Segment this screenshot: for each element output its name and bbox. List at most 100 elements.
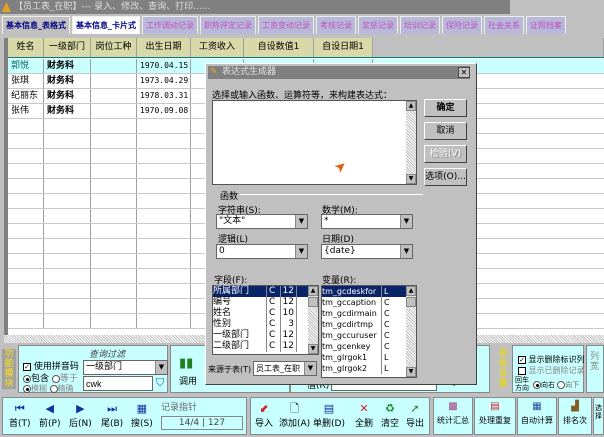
table-cell[interactable] — [8, 299, 44, 313]
table-cell[interactable] — [8, 269, 44, 283]
column-header[interactable]: 自设数值1 — [244, 38, 314, 57]
table-cell[interactable] — [91, 284, 137, 298]
enter-direction-radios[interactable]: 向右 向下 — [533, 380, 579, 390]
table-cell[interactable] — [44, 269, 91, 283]
fuzzy-mode-radios[interactable]: 模糊 精确 — [23, 383, 74, 394]
table-cell[interactable] — [91, 74, 137, 88]
table-cell[interactable] — [8, 284, 44, 298]
table-cell[interactable] — [137, 194, 191, 208]
add-button[interactable]: 🗋 添加(A) — [279, 402, 310, 429]
tab-1[interactable]: 基本信息_卡片式 — [72, 16, 140, 34]
table-cell[interactable] — [137, 224, 191, 238]
table-cell[interactable] — [44, 179, 91, 193]
field-list-item[interactable]: 一级部门 C 12 — [213, 330, 318, 341]
variable-list-item[interactable]: tm_gcdirmain C — [322, 308, 416, 319]
field-list-item[interactable]: 所属部门 C 12 — [213, 286, 318, 297]
table-cell[interactable] — [8, 119, 44, 133]
field-select[interactable]: 一级部门 ▼ — [83, 360, 168, 375]
table-cell[interactable] — [8, 224, 44, 238]
expression-scrollbar[interactable]: ▲ ▼ — [406, 101, 416, 184]
string-select[interactable]: "文本" ▼ — [216, 214, 308, 229]
table-cell[interactable]: 1970.09.08 — [137, 104, 191, 118]
table-cell[interactable] — [8, 239, 44, 253]
fields-list[interactable]: 所属部门 C 12 编号 C 12 姓名 C 10 性别 C 3 一级部门 C 12 二级部门 C 12 ▲ ▼ — [212, 285, 319, 355]
table-cell[interactable] — [91, 134, 137, 148]
column-header[interactable]: 自设日期1 — [314, 38, 373, 57]
table-cell[interactable] — [137, 284, 191, 298]
table-cell[interactable]: 纪丽东 — [8, 89, 44, 103]
table-cell[interactable] — [91, 239, 137, 253]
column-header[interactable]: 岗位工种 — [91, 38, 137, 57]
filter-icon[interactable]: ⛉ — [156, 376, 164, 390]
table-cell[interactable] — [44, 284, 91, 298]
table-cell[interactable] — [91, 164, 137, 178]
tab-6[interactable]: 奖惩记录 — [358, 16, 398, 34]
close-icon[interactable]: ✕ — [458, 67, 470, 78]
variables-list[interactable]: tm_gcdeskfor Ltm_gccaption Ctm_gcdirmain Ct… — [321, 285, 417, 378]
tab-8[interactable]: 保险记录 — [442, 16, 482, 34]
table-cell[interactable] — [91, 59, 137, 73]
table-cell[interactable] — [91, 179, 137, 193]
ok-button[interactable]: 确定 — [424, 99, 467, 117]
variables-scrollbar[interactable]: ▲ ▼ — [406, 286, 416, 377]
delete-all-button[interactable]: ✕ 全删 — [355, 402, 373, 429]
table-cell[interactable] — [91, 254, 137, 268]
variable-list-item[interactable]: tm_glrgok2 L — [322, 363, 416, 374]
table-cell[interactable] — [137, 119, 191, 133]
expression-textarea[interactable]: ▲ ▼ ➤ — [212, 100, 417, 185]
table-cell[interactable]: 张琪 — [8, 74, 44, 88]
variable-list-item[interactable]: tm_gcdeskfor L — [322, 286, 416, 297]
dedupe-button[interactable]: ▤ 处理重复 — [474, 397, 516, 435]
table-cell[interactable] — [8, 194, 44, 208]
table-cell[interactable] — [91, 299, 137, 313]
export-button[interactable]: ➚ 导出 — [406, 402, 424, 429]
table-cell[interactable] — [8, 164, 44, 178]
first-button[interactable]: ⏮ 首(T) — [9, 402, 31, 429]
fields-scrollbar[interactable]: ▲ ▼ — [308, 286, 318, 354]
tab-7[interactable]: 培训记录 — [400, 16, 440, 34]
column-header[interactable]: 出生日期 — [137, 38, 191, 57]
autocalc-button[interactable]: ▦ 自动计算 — [517, 397, 557, 435]
table-cell[interactable] — [44, 134, 91, 148]
table-cell[interactable] — [91, 194, 137, 208]
table-cell[interactable] — [8, 314, 44, 328]
table-cell[interactable] — [91, 314, 137, 328]
table-cell[interactable] — [8, 254, 44, 268]
table-cell[interactable]: 1970.04.15 — [137, 59, 191, 73]
rank-button[interactable]: ▟ 排名次 — [558, 397, 592, 435]
table-cell[interactable] — [44, 224, 91, 238]
field-list-item[interactable]: 姓名 C 10 — [213, 308, 318, 319]
tab-4[interactable]: 工资变动记录 — [258, 16, 314, 34]
table-cell[interactable] — [91, 224, 137, 238]
table-cell[interactable] — [8, 179, 44, 193]
table-cell[interactable]: 1978.03.31 — [137, 89, 191, 103]
delete-one-button[interactable]: ▤ 单删(D) — [313, 402, 345, 429]
clear-button[interactable]: ♻ 清空 — [381, 402, 399, 429]
table-cell[interactable] — [44, 239, 91, 253]
field-list-item[interactable]: 性别 C 3 — [213, 319, 318, 330]
table-cell[interactable] — [137, 134, 191, 148]
cancel-button[interactable]: 取消 — [424, 122, 467, 140]
logic-select[interactable]: 0 ▼ — [216, 244, 308, 259]
table-cell[interactable] — [91, 269, 137, 283]
chart-bars-icon[interactable]: ▮▮ — [179, 356, 193, 371]
table-cell[interactable]: 郭悦 — [8, 59, 44, 73]
table-cell[interactable] — [137, 164, 191, 178]
table-cell[interactable] — [44, 299, 91, 313]
select-button[interactable]: 选择 — [593, 397, 604, 435]
verify-button[interactable]: 检验(V) — [424, 145, 467, 163]
table-cell[interactable] — [44, 119, 91, 133]
table-cell[interactable] — [44, 194, 91, 208]
column-header[interactable]: 一级部门 — [44, 38, 91, 57]
from-table-select[interactable]: 员工表_在职 ▼ — [253, 361, 317, 376]
variable-list-item[interactable]: tm_gcdirtmp C — [322, 319, 416, 330]
import-button[interactable]: ⬋ 导入 — [255, 402, 273, 429]
table-cell[interactable]: 财务科 — [44, 74, 91, 88]
field-list-item[interactable]: 二级部门 C 12 — [213, 341, 318, 352]
table-cell[interactable]: 1973.04.29 — [137, 74, 191, 88]
table-cell[interactable]: 财务科 — [44, 59, 91, 73]
table-cell[interactable] — [137, 209, 191, 223]
tab-0[interactable]: 基本信息_表格式 — [2, 16, 70, 34]
table-cell[interactable] — [137, 299, 191, 313]
table-cell[interactable] — [44, 254, 91, 268]
